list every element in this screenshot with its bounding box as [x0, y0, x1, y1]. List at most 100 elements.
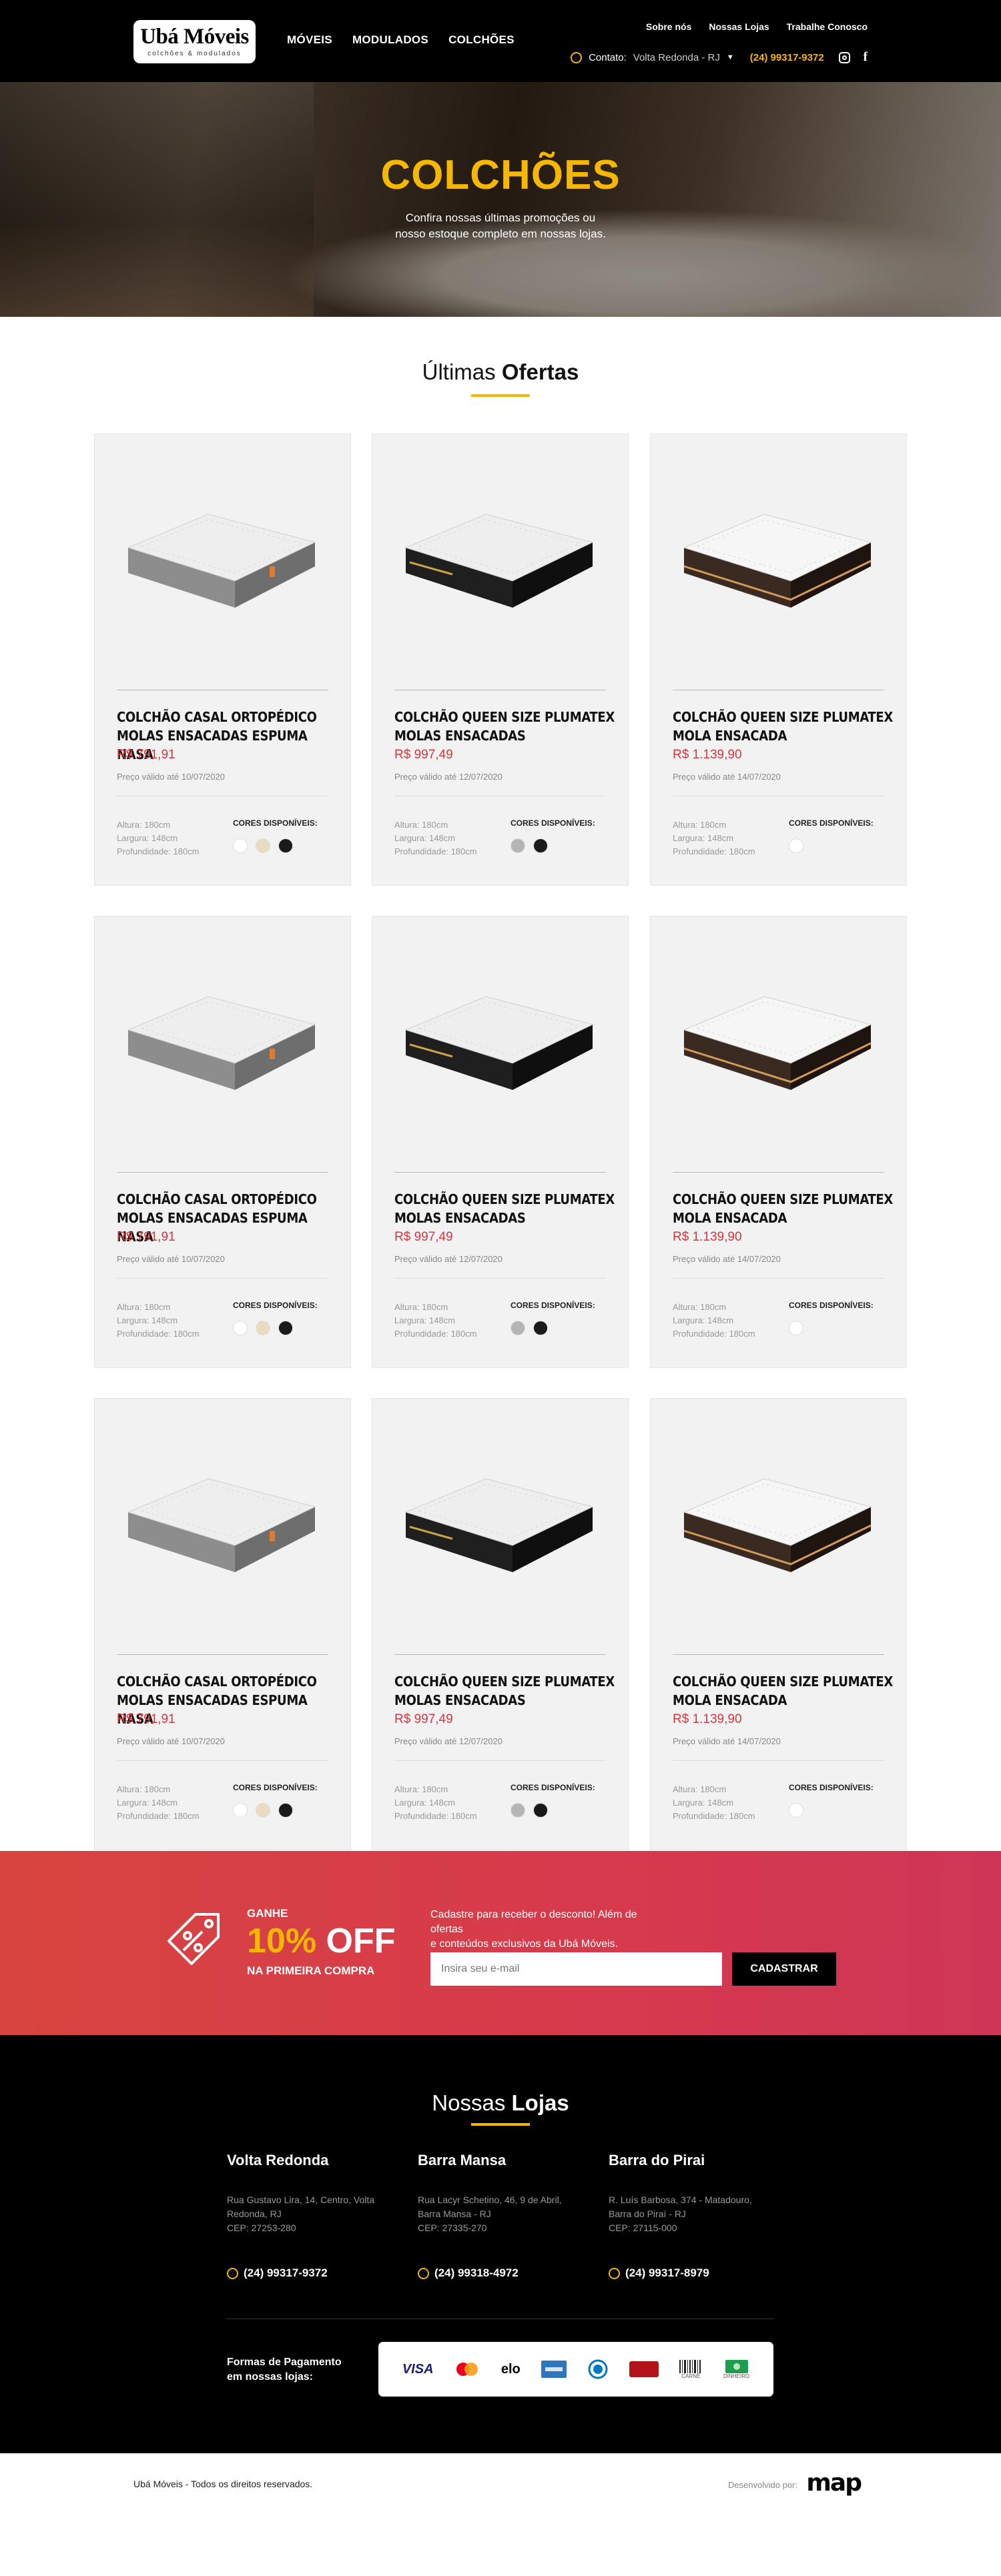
color-swatch[interactable] [256, 1321, 270, 1335]
product-name[interactable]: COLCHÃO QUEEN SIZE PLUMATEX MOLA ENSACAD… [673, 708, 893, 745]
available-colors: CORES DISPONÍVEIS: [789, 1783, 874, 1818]
mattress-image[interactable] [671, 970, 884, 1103]
email-field[interactable] [430, 1952, 722, 1986]
hero-subtitle-line1: Confira nossas últimas promoções ou [405, 211, 596, 224]
nav-sobre-nos[interactable]: Sobre nós [646, 21, 691, 32]
price-validity: Preço válido até 14/07/2020 [673, 1254, 781, 1264]
cta-text-line1: Cadastre para receber o desconto! Além d… [430, 1909, 637, 1935]
available-colors: CORES DISPONÍVEIS: [233, 1301, 318, 1335]
product-card[interactable]: COLCHÃO QUEEN SIZE PLUMATEX MOLA ENSACAD… [650, 1398, 907, 1850]
store-phone-number[interactable]: (24) 99317-8979 [625, 2267, 709, 2280]
header-phone[interactable]: (24) 99317-9372 [750, 52, 824, 63]
chevron-down-icon[interactable]: ▼ [727, 53, 734, 61]
store-phone-number[interactable]: (24) 99317-9372 [244, 2267, 328, 2280]
product-dimensions: Altura: 180cm Largura: 148cm Profundidade:… [394, 1301, 477, 1341]
product-card[interactable]: COLCHÃO QUEEN SIZE PLUMATEX MOLAS ENSACA… [372, 1398, 629, 1850]
mattress-image[interactable] [392, 970, 606, 1103]
nav-nossas-lojas[interactable]: Nossas Lojas [709, 21, 769, 32]
color-swatch[interactable] [233, 838, 248, 853]
product-name[interactable]: COLCHÃO QUEEN SIZE PLUMATEX MOLA ENSACAD… [673, 1672, 893, 1710]
color-swatch[interactable] [233, 1803, 248, 1818]
product-name[interactable]: COLCHÃO QUEEN SIZE PLUMATEX MOLAS ENSACA… [394, 708, 615, 745]
color-swatch[interactable] [278, 1803, 293, 1818]
logo-title: Ubá Móveis [140, 25, 249, 49]
color-swatch[interactable] [256, 838, 270, 853]
store-phone[interactable]: (24) 99318-4972 [418, 2267, 519, 2280]
price-validity: Preço válido até 10/07/2020 [117, 772, 225, 782]
store-phone-number[interactable]: (24) 99318-4972 [434, 2267, 519, 2280]
product-card[interactable]: COLCHÃO CASAL ORTOPÉDICO MOLAS ENSACADAS… [94, 1398, 351, 1850]
nav-colchoes[interactable]: COLCHÕES [448, 33, 515, 47]
color-swatch[interactable] [278, 1321, 293, 1335]
dimension-height: Altura: 180cm [394, 1302, 448, 1312]
hero-banner: COLCHÕES Confira nossas últimas promoçõe… [0, 82, 1001, 317]
color-swatch[interactable] [533, 838, 548, 853]
color-swatch[interactable] [233, 1321, 248, 1335]
dimension-depth: Profundidade: 180cm [117, 1329, 200, 1339]
color-swatch[interactable] [256, 1803, 270, 1818]
visa-icon: VISA [402, 2361, 434, 2377]
offers-title-bold: Ofertas [501, 360, 579, 384]
product-price: R$ 791,91 [117, 1230, 176, 1244]
subscribe-button[interactable]: CADASTRAR [732, 1952, 836, 1986]
store-address-line: R. Luís Barbosa, 374 - Matadouro, [609, 2194, 752, 2205]
instagram-icon[interactable] [838, 51, 850, 63]
product-name[interactable]: COLCHÃO QUEEN SIZE PLUMATEX MOLA ENSACAD… [673, 1190, 893, 1227]
mattress-image[interactable] [115, 1452, 328, 1585]
color-swatch[interactable] [511, 1321, 525, 1335]
colors-label: CORES DISPONÍVEIS: [233, 1783, 318, 1792]
color-swatch[interactable] [533, 1321, 548, 1335]
mattress-image[interactable] [115, 488, 328, 621]
discount-tag-icon [168, 1913, 220, 1965]
available-colors: CORES DISPONÍVEIS: [233, 1783, 318, 1818]
dimension-depth: Profundidade: 180cm [394, 846, 477, 856]
stores-title-underline [471, 2123, 530, 2126]
dimension-depth: Profundidade: 180cm [673, 1811, 755, 1821]
product-card[interactable]: COLCHÃO CASAL ORTOPÉDICO MOLAS ENSACADAS… [94, 916, 351, 1368]
logo[interactable]: Ubá Móveis colchões & modulados [133, 20, 256, 63]
divider [394, 1654, 606, 1655]
divider [394, 1172, 606, 1173]
dimension-width: Largura: 148cm [394, 833, 456, 843]
offers-title-light: Últimas [422, 360, 496, 384]
divider [673, 1654, 884, 1655]
nav-modulados[interactable]: MODULADOS [352, 33, 428, 47]
colors-label: CORES DISPONÍVEIS: [789, 818, 874, 828]
mattress-image[interactable] [671, 1452, 884, 1585]
cta-first-purchase: NA PRIMEIRA COMPRA [247, 1964, 375, 1977]
price-validity: Preço válido até 10/07/2020 [117, 1254, 225, 1264]
color-swatch[interactable] [511, 1803, 525, 1818]
dinheiro-label: DINHEIRO [723, 2373, 750, 2379]
color-swatch[interactable] [789, 1321, 803, 1335]
color-swatch[interactable] [533, 1803, 548, 1818]
color-swatch[interactable] [511, 838, 525, 853]
nav-trabalhe-conosco[interactable]: Trabalhe Conosco [787, 21, 868, 32]
store-phone[interactable]: (24) 99317-9372 [227, 2267, 328, 2280]
mastercard-logo [456, 2363, 478, 2376]
mattress-image[interactable] [392, 488, 606, 621]
developer-logo[interactable]: map [806, 2469, 862, 2497]
color-swatch[interactable] [278, 838, 293, 853]
location-select[interactable]: Volta Redonda - RJ [633, 52, 720, 63]
store-name: Barra do Pirai [609, 2152, 705, 2168]
color-swatch[interactable] [789, 838, 803, 853]
cta-ganhe: GANHE [247, 1907, 288, 1920]
mattress-image[interactable] [392, 1452, 606, 1585]
color-swatch[interactable] [789, 1803, 803, 1818]
product-card[interactable]: COLCHÃO QUEEN SIZE PLUMATEX MOLA ENSACAD… [650, 916, 907, 1368]
store-phone[interactable]: (24) 99317-8979 [609, 2267, 709, 2280]
mattress-image[interactable] [671, 488, 884, 621]
site-header: Ubá Móveis colchões & modulados MÓVEIS M… [0, 0, 1001, 82]
product-card[interactable]: COLCHÃO QUEEN SIZE PLUMATEX MOLA ENSACAD… [650, 434, 907, 886]
product-card[interactable]: COLCHÃO QUEEN SIZE PLUMATEX MOLAS ENSACA… [372, 434, 629, 886]
product-name[interactable]: COLCHÃO QUEEN SIZE PLUMATEX MOLAS ENSACA… [394, 1190, 615, 1227]
nav-moveis[interactable]: MÓVEIS [287, 33, 332, 47]
dimension-depth: Profundidade: 180cm [394, 1811, 477, 1821]
product-card[interactable]: COLCHÃO CASAL ORTOPÉDICO MOLAS ENSACADAS… [94, 434, 351, 886]
product-name[interactable]: COLCHÃO QUEEN SIZE PLUMATEX MOLAS ENSACA… [394, 1672, 615, 1710]
facebook-icon[interactable]: f [864, 50, 868, 65]
product-card[interactable]: COLCHÃO QUEEN SIZE PLUMATEX MOLAS ENSACA… [372, 916, 629, 1368]
divider [673, 1172, 884, 1173]
mattress-image[interactable] [115, 970, 328, 1103]
whatsapp-icon [227, 2267, 238, 2279]
